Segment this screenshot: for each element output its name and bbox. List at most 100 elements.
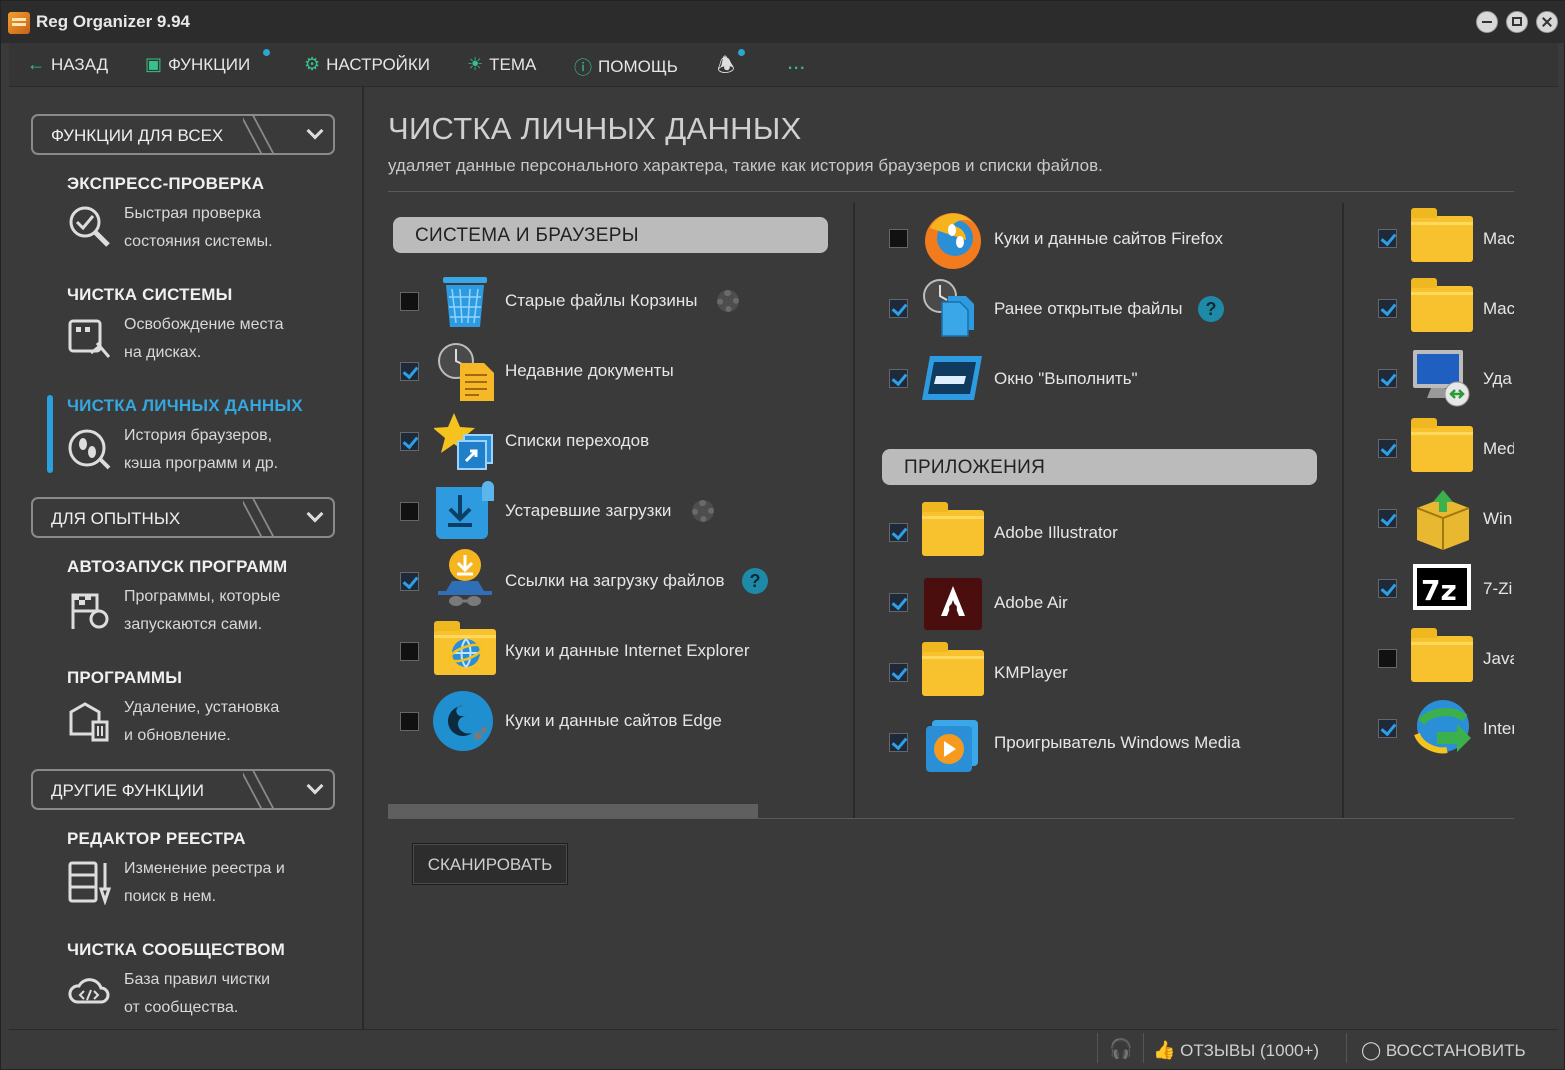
gear-icon[interactable]: [717, 290, 739, 312]
reviews-label: ОТЗЫВЫ (1000+): [1180, 1041, 1320, 1060]
restore-button[interactable]: ◯ ВОССТАНОВИТЬ: [1361, 1040, 1526, 1061]
help-icon[interactable]: ?: [1198, 296, 1224, 322]
sidebar-item-community-cleanup[interactable]: ЧИСТКА СООБЩЕСТВОМ База правил чистки от…: [67, 940, 367, 1016]
checkbox[interactable]: [1378, 719, 1397, 738]
7zip-icon: 7z: [1413, 564, 1471, 610]
checkbox[interactable]: [1378, 649, 1397, 668]
disk-broom-icon: [68, 319, 111, 358]
sidebar-item-title: ЧИСТКА СООБЩЕСТВОМ: [67, 940, 286, 959]
minimize-button[interactable]: [1476, 11, 1498, 33]
item-label: Win: [1483, 509, 1513, 528]
item-label: Med: [1483, 439, 1514, 458]
support-button[interactable]: 🎧: [1109, 1037, 1133, 1061]
sidebar-item-programs[interactable]: ПРОГРАММЫ Удаление, установка и обновлен…: [67, 668, 367, 744]
checkbox[interactable]: [889, 593, 908, 612]
checkbox[interactable]: [889, 523, 908, 542]
notifications-button[interactable]: 🕭: [717, 51, 735, 85]
theme-menu[interactable]: ☀ ТЕМА: [467, 54, 536, 75]
checkbox[interactable]: [889, 733, 908, 752]
checkbox[interactable]: [889, 299, 908, 318]
item-label: Куки и данные сайтов Firefox: [994, 229, 1224, 248]
checkbox[interactable]: [400, 432, 419, 451]
scan-button[interactable]: СКАНИРОВАТЬ: [412, 843, 568, 885]
desc-line: База правил чистки: [124, 971, 271, 988]
desc-line: запускаются сами.: [124, 616, 263, 633]
internet-explorer-icon: [448, 638, 484, 668]
category-advanced[interactable]: ДЛЯ ОПЫТНЫХ: [31, 497, 335, 538]
checkbox[interactable]: [1378, 509, 1397, 528]
item-label: Adobe Illustrator: [994, 523, 1118, 542]
back-button[interactable]: ← НАЗАД: [27, 54, 108, 75]
column-3: Mac Mac Уда Med Win 7z 7-Zi Jav Inter: [1344, 201, 1514, 801]
chevron-down-icon: [306, 122, 324, 140]
desc-line: Быстрая проверка: [124, 205, 262, 222]
page-subtitle: удаляет данные персонального характера, …: [388, 156, 1103, 175]
checkbox[interactable]: [400, 642, 419, 661]
item-label: Недавние документы: [505, 361, 674, 380]
desc-line: Удаление, установка: [124, 699, 280, 716]
svg-text:7z: 7z: [1421, 574, 1457, 607]
recycle-bin-icon: [443, 277, 487, 327]
ie-folder-icon: [434, 621, 496, 683]
item-label: Старые файлы Корзины: [505, 291, 698, 310]
item-label: Куки и данные сайтов Edge: [505, 711, 722, 730]
sidebar: ФУНКЦИИ ДЛЯ ВСЕХ ЭКСПРЕСС-ПРОВЕРКА Быстр…: [9, 87, 364, 1029]
checkbox[interactable]: [889, 369, 908, 388]
sidebar-item-desc: Освобождение места на дисках.: [124, 311, 354, 367]
category-for-everyone[interactable]: ФУНКЦИИ ДЛЯ ВСЕХ: [31, 114, 335, 155]
checkbox[interactable]: [400, 292, 419, 311]
checkbox[interactable]: [1378, 439, 1397, 458]
lightbulb-icon: ☀: [467, 54, 484, 74]
windows-media-player-icon: [926, 720, 978, 772]
folder-icon: [1411, 628, 1473, 690]
sidebar-item-registry-editor[interactable]: РЕДАКТОР РЕЕСТРА Изменение реестра и пои…: [67, 829, 367, 905]
folder-shape: [1411, 278, 1473, 332]
folder-icon: [1411, 278, 1473, 340]
checkbox[interactable]: [1378, 299, 1397, 318]
checkbox[interactable]: [400, 572, 419, 591]
functions-menu[interactable]: ▣ ФУНКЦИИ: [145, 54, 250, 75]
checkbox[interactable]: [1378, 579, 1397, 598]
category-other[interactable]: ДРУГИЕ ФУНКЦИИ: [31, 769, 335, 810]
horizontal-scrollbar[interactable]: [388, 804, 758, 818]
folder-icon: [922, 502, 984, 564]
gear-icon[interactable]: [692, 500, 714, 522]
checkbox[interactable]: [889, 229, 908, 248]
help-icon[interactable]: ?: [742, 568, 768, 594]
help-label: ПОМОЩЬ: [598, 57, 678, 76]
checkbox[interactable]: [1378, 229, 1397, 248]
desc-line: История браузеров,: [124, 427, 273, 444]
reviews-button[interactable]: 👍 ОТЗЫВЫ (1000+): [1153, 1040, 1319, 1061]
more-button[interactable]: ...: [787, 49, 805, 75]
bell-icon: 🕭: [717, 55, 735, 77]
sidebar-item-autorun[interactable]: АВТОЗАПУСК ПРОГРАММ Программы, которые з…: [67, 557, 367, 633]
item-label: Куки и данные Internet Explorer: [505, 641, 750, 660]
chevron-down-icon: [306, 505, 324, 523]
checkbox[interactable]: [400, 712, 419, 731]
checkbox[interactable]: [1378, 369, 1397, 388]
app-logo-icon: [8, 12, 30, 34]
checkbox[interactable]: [889, 663, 908, 682]
checkbox[interactable]: [400, 362, 419, 381]
magnifier-check-icon: [69, 206, 110, 247]
remote-desktop-icon: [1413, 350, 1470, 407]
sidebar-item-express-check[interactable]: ЭКСПРЕСС-ПРОВЕРКА Быстрая проверка состо…: [67, 174, 367, 250]
close-button[interactable]: [1536, 11, 1558, 33]
sidebar-item-desc: История браузеров, кэша программ и др.: [124, 422, 354, 478]
thumbs-up-icon: 👍: [1153, 1040, 1176, 1060]
help-menu[interactable]: ⓘ ПОМОЩЬ: [574, 54, 678, 80]
app-window: Reg Organizer 9.94 ← НАЗАД ▣ ФУНКЦИИ ⚙ Н…: [0, 0, 1565, 1070]
folder-shape: [1411, 418, 1473, 472]
active-indicator: [47, 395, 53, 473]
category-stripes: [243, 116, 293, 153]
item-label: Mac: [1483, 229, 1514, 248]
footprint-broom-icon: [68, 429, 111, 470]
checkbox[interactable]: [400, 502, 419, 521]
settings-menu[interactable]: ⚙ НАСТРОЙКИ: [304, 54, 430, 75]
theme-label: ТЕМА: [489, 54, 537, 74]
menu-bar: ← НАЗАД ▣ ФУНКЦИИ ⚙ НАСТРОЙКИ ☀ ТЕМА ⓘ П…: [9, 43, 1558, 87]
sidebar-item-personal-data[interactable]: ЧИСТКА ЛИЧНЫХ ДАННЫХ История браузеров, …: [67, 396, 367, 472]
maximize-button[interactable]: [1506, 11, 1528, 33]
sidebar-item-system-cleanup[interactable]: ЧИСТКА СИСТЕМЫ Освобождение места на дис…: [67, 285, 367, 361]
category-label: ДРУГИЕ ФУНКЦИИ: [51, 781, 204, 800]
